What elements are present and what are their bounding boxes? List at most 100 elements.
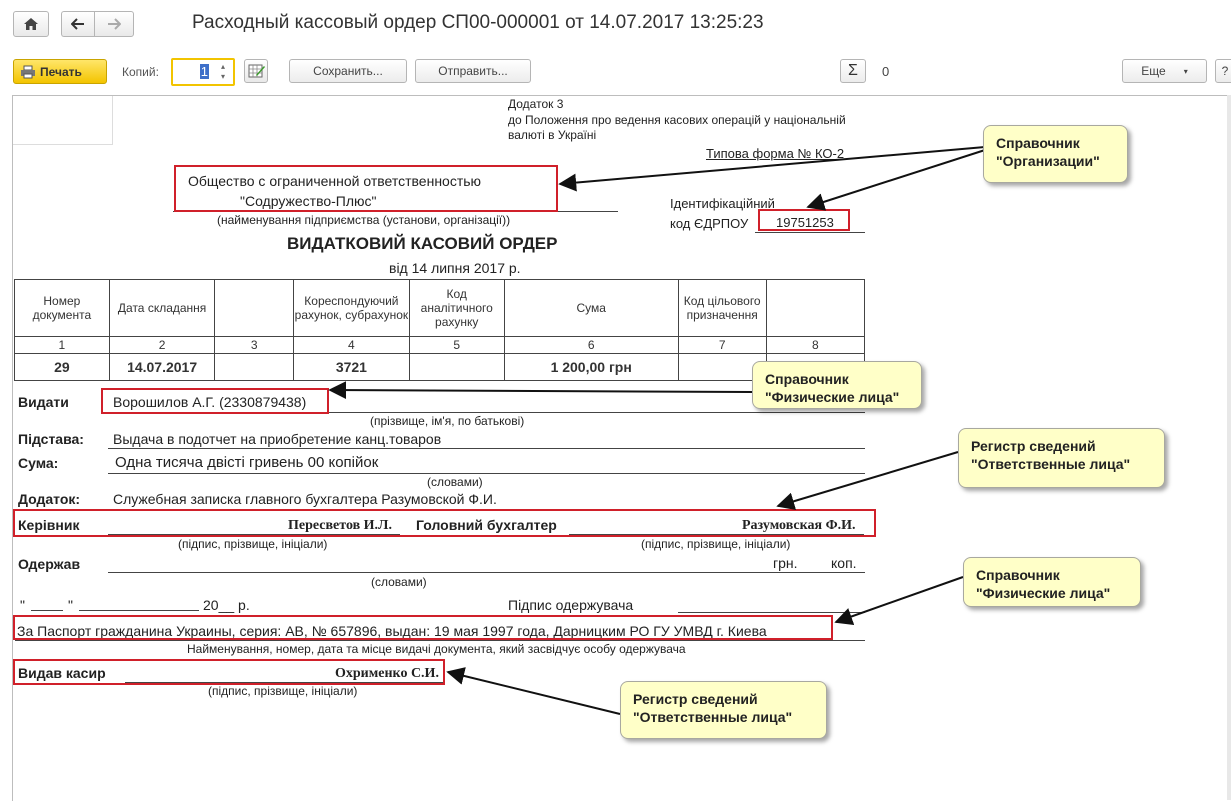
- callout-person2-line1: Справочник: [976, 567, 1060, 583]
- order-table: Номер документа Дата складання Кореспонд…: [14, 279, 866, 381]
- printer-icon: [21, 65, 35, 78]
- vertical-scrollbar[interactable]: [1227, 95, 1231, 800]
- table-header-cell: Номер документа: [14, 279, 110, 337]
- send-button[interactable]: Отправить...: [415, 59, 531, 83]
- table-value-cell: 3721: [292, 353, 410, 381]
- recipient-sign-underline: [678, 612, 865, 613]
- year-label: 20__ р.: [203, 597, 250, 613]
- forward-button[interactable]: [94, 11, 134, 37]
- table-number-cell: 8: [765, 336, 866, 354]
- more-button[interactable]: Еще ▾: [1122, 59, 1207, 83]
- issue-label: Видати: [18, 394, 69, 410]
- table-value-row: 29 14.07.2017 3721 1 200,00 грн: [14, 353, 866, 381]
- org-highlight-box: [174, 165, 558, 212]
- copies-field[interactable]: 1 ▴ ▾: [171, 58, 235, 86]
- recipient-sign-label: Підпис одержувача: [508, 597, 634, 613]
- edrpou-highlight-box: [758, 209, 850, 231]
- table-number-cell: 4: [292, 336, 410, 354]
- callout-resp1-line1: Регистр сведений: [971, 438, 1096, 454]
- document-heading: ВИДАТКОВИЙ КАСОВИЙ ОРДЕР: [287, 234, 558, 253]
- table-value-cell: [214, 353, 294, 381]
- cashier-highlight-box: [13, 659, 445, 685]
- table-number-row: 1 2 3 4 5 6 7 8: [14, 336, 866, 354]
- callout-person2-line2: "Физические лица": [976, 585, 1111, 601]
- signatures-highlight-box: [13, 509, 876, 537]
- issue-highlight-box: [101, 388, 329, 414]
- sum-value: 0: [882, 64, 890, 79]
- home-button[interactable]: [13, 11, 49, 37]
- words-caption: (словами): [371, 575, 427, 589]
- save-button[interactable]: Сохранить...: [289, 59, 407, 83]
- callout-person1-line1: Справочник: [765, 371, 849, 387]
- document-date: від 14 липня 2017 р.: [389, 260, 521, 276]
- copies-stepper[interactable]: ▴ ▾: [216, 62, 230, 82]
- org-caption: (найменування підприємства (установи, ор…: [217, 213, 511, 227]
- sigma-icon: Σ: [848, 62, 858, 79]
- print-label: Печать: [40, 64, 82, 79]
- basis-value: Выдача в подотчет на приобретение канц.т…: [113, 431, 442, 447]
- basis-underline: [108, 448, 865, 449]
- sum-label: Сума:: [18, 455, 59, 471]
- table-header-cell: Код аналітичного рахунку: [408, 279, 505, 337]
- id-label-2: код ЄДРПОУ: [670, 216, 749, 231]
- table-value-cell: [408, 353, 505, 381]
- received-underline: [108, 572, 865, 573]
- table-number-cell: 3: [214, 336, 294, 354]
- sum-button[interactable]: Σ: [840, 59, 866, 83]
- table-header-cell: [214, 279, 294, 337]
- cashier-caption: (підпис, прізвище, ініціали): [208, 684, 358, 698]
- table-number-cell: 6: [503, 336, 679, 354]
- date-month-blank: [79, 610, 199, 611]
- table-header-cell: Дата складання: [108, 279, 216, 337]
- callout-individuals-2: Справочник "Физические лица": [963, 557, 1141, 607]
- sum-words-value: Одна тисяча двісті гривень 00 копійок: [115, 454, 379, 471]
- callout-individuals-1: Справочник "Физические лица": [752, 361, 922, 409]
- attach-label: Додаток:: [18, 491, 81, 507]
- table-value-cell: 14.07.2017: [108, 353, 216, 381]
- date-quote-close: ": [68, 597, 73, 613]
- date-quote-open: ": [20, 597, 25, 613]
- print-button[interactable]: Печать: [13, 59, 107, 84]
- callout-resp2-line1: Регистр сведений: [633, 691, 758, 707]
- chief-sign-caption: (підпис, прізвище, ініціали): [641, 537, 791, 551]
- edit-document-button[interactable]: [244, 59, 268, 83]
- appendix-line-1: Додаток 3: [508, 97, 564, 111]
- passport-highlight-box: [13, 615, 833, 640]
- table-header-cell: [765, 279, 866, 337]
- sum-underline: [108, 473, 865, 474]
- table-value-cell: 1 200,00 грн: [503, 353, 679, 381]
- typical-form: Типова форма № КО-2: [706, 146, 845, 161]
- corner-cell: [13, 96, 113, 145]
- edrpou-underline: [755, 232, 865, 233]
- sum-caption: (словами): [427, 475, 483, 489]
- attach-value: Служебная записка главного бухгалтера Ра…: [113, 491, 497, 507]
- back-button[interactable]: [61, 11, 94, 37]
- table-header-cell: Код цільового призначення: [677, 279, 767, 337]
- callout-responsible-2: Регистр сведений "Ответственные лица": [620, 681, 827, 739]
- appendix-line-2: до Положення про ведення касових операці…: [508, 113, 846, 127]
- date-day-blank: [31, 610, 63, 611]
- callout-responsible-1: Регистр сведений "Ответственные лица": [958, 428, 1165, 488]
- kop-label: коп.: [831, 555, 857, 571]
- callout-organizations: Справочник "Организации": [983, 125, 1128, 183]
- received-label: Одержав: [18, 556, 81, 572]
- passport-caption: Найменування, номер, дата та місце видач…: [187, 642, 686, 656]
- head-sign-caption: (підпис, прізвище, ініціали): [178, 537, 328, 551]
- table-number-cell: 7: [677, 336, 767, 354]
- callout-resp2-line2: "Ответственные лица": [633, 709, 793, 725]
- help-button[interactable]: ?: [1215, 59, 1231, 83]
- edit-grid-icon: [248, 64, 265, 78]
- table-number-cell: 5: [408, 336, 505, 354]
- table-header-cell: Кореспондуючий рахунок, субрахунок: [292, 279, 410, 337]
- arrow-left-icon: [71, 18, 84, 30]
- issue-caption: (прізвище, ім'я, по батькові): [370, 414, 525, 428]
- copies-input[interactable]: 1: [199, 64, 209, 79]
- appendix-line-3: валюті в Україні: [508, 128, 597, 142]
- home-icon: [24, 18, 38, 30]
- callout-org-line2: "Организации": [996, 153, 1100, 169]
- table-number-cell: 1: [14, 336, 110, 354]
- table-value-cell: 29: [14, 353, 110, 381]
- basis-label: Підстава:: [18, 431, 84, 447]
- more-label: Еще: [1141, 64, 1166, 78]
- table-header-row: Номер документа Дата складання Кореспонд…: [14, 279, 866, 337]
